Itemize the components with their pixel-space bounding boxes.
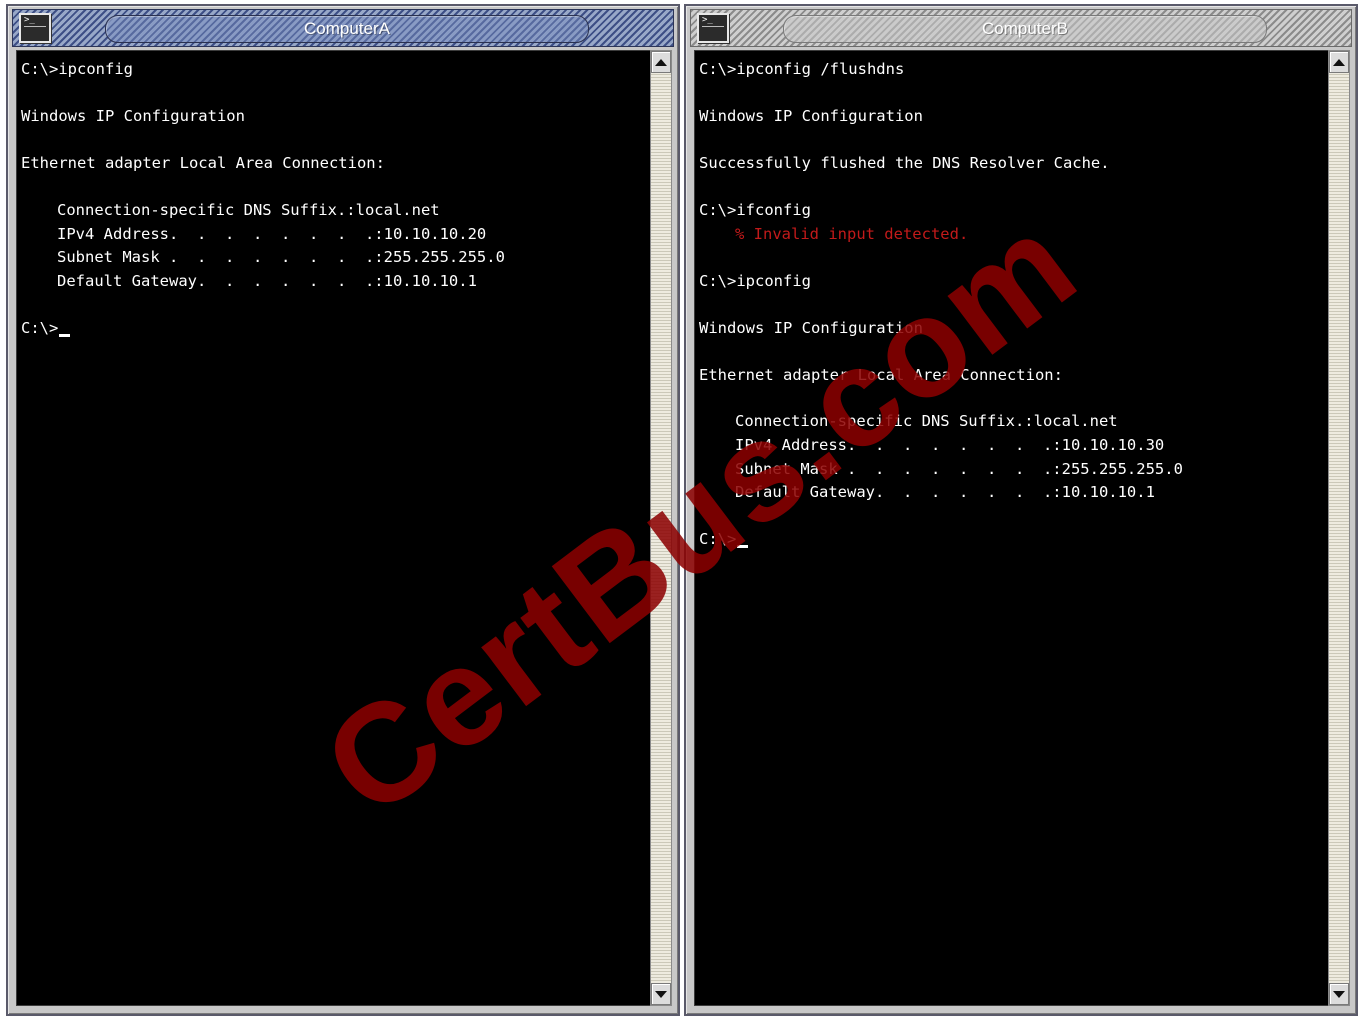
command-prompt-icon[interactable]: >_ bbox=[19, 13, 51, 43]
console-line: C:\>ipconfig bbox=[21, 60, 133, 78]
console-line: C:\>ipconfig bbox=[699, 271, 811, 290]
console-line: IPv4 Address. . . . . . . .:10.10.10.20 bbox=[57, 224, 487, 243]
computera-title-box: ComputerA bbox=[105, 15, 589, 43]
vertical-scrollbar[interactable] bbox=[650, 50, 672, 1006]
arrow-up-icon bbox=[655, 58, 667, 66]
window-title: ComputerA bbox=[304, 19, 390, 38]
command-prompt-line[interactable]: C:\> bbox=[21, 317, 505, 341]
console-line: Connection-specific DNS Suffix.:local.ne… bbox=[735, 412, 1118, 431]
scroll-up-button[interactable] bbox=[1329, 51, 1349, 73]
console-line: Subnet Mask . . . . . . . .:255.255.255.… bbox=[735, 459, 1183, 478]
console-line: Windows IP Configuration bbox=[21, 106, 245, 125]
command-prompt-icon[interactable]: >_ bbox=[697, 13, 729, 43]
error-message: % Invalid input detected. bbox=[735, 224, 969, 243]
text-cursor bbox=[59, 333, 71, 337]
arrow-down-icon bbox=[655, 990, 667, 998]
console-line: Ethernet adapter Local Area Connection: bbox=[21, 153, 385, 172]
command-prompt-line[interactable]: C:\> bbox=[699, 528, 1183, 552]
window-title: ComputerB bbox=[982, 19, 1068, 38]
scroll-up-button[interactable] bbox=[651, 51, 671, 73]
console-line: IPv4 Address. . . . . . . .:10.10.10.30 bbox=[735, 436, 1165, 455]
console-line: C:\>ipconfig /flushdns bbox=[699, 60, 905, 78]
prompt-text: C:\> bbox=[699, 530, 737, 549]
scroll-down-button[interactable] bbox=[651, 983, 671, 1005]
console-output: C:\>ipconfig Windows IP Configuration Et… bbox=[21, 58, 505, 340]
computerb-title-box: ComputerB bbox=[783, 15, 1267, 43]
console-output: C:\>ipconfig /flushdns Windows IP Config… bbox=[699, 58, 1183, 552]
console-line: Subnet Mask . . . . . . . .:255.255.255.… bbox=[57, 248, 505, 267]
computerb-console[interactable]: C:\>ipconfig /flushdns Windows IP Config… bbox=[694, 50, 1332, 1006]
prompt-text: C:\> bbox=[21, 318, 59, 337]
computerb-titlebar[interactable]: >_ ComputerB bbox=[690, 9, 1352, 47]
console-line: Windows IP Configuration bbox=[699, 106, 923, 125]
console-line: Default Gateway. . . . . . .:10.10.10.1 bbox=[735, 483, 1155, 502]
scroll-down-button[interactable] bbox=[1329, 983, 1349, 1005]
computera-window[interactable]: >_ ComputerA C:\>ipconfig Windows IP Con… bbox=[6, 4, 680, 1016]
console-line: Ethernet adapter Local Area Connection: bbox=[699, 365, 1063, 384]
arrow-up-icon bbox=[1333, 58, 1345, 66]
text-cursor bbox=[737, 545, 749, 549]
console-line: Connection-specific DNS Suffix.:local.ne… bbox=[57, 200, 440, 219]
computera-console[interactable]: C:\>ipconfig Windows IP Configuration Et… bbox=[16, 50, 654, 1006]
computera-titlebar[interactable]: >_ ComputerA bbox=[12, 9, 674, 47]
desktop: >_ ComputerA C:\>ipconfig Windows IP Con… bbox=[0, 0, 1366, 1020]
console-line: Default Gateway. . . . . . .:10.10.10.1 bbox=[57, 271, 477, 290]
computerb-window[interactable]: >_ ComputerB C:\>ipconfig /flushdns Wind… bbox=[684, 4, 1358, 1016]
console-line: Windows IP Configuration bbox=[699, 318, 923, 337]
vertical-scrollbar[interactable] bbox=[1328, 50, 1350, 1006]
console-line: C:\>ifconfig bbox=[699, 200, 811, 219]
arrow-down-icon bbox=[1333, 990, 1345, 998]
console-line: Successfully flushed the DNS Resolver Ca… bbox=[699, 153, 1110, 172]
